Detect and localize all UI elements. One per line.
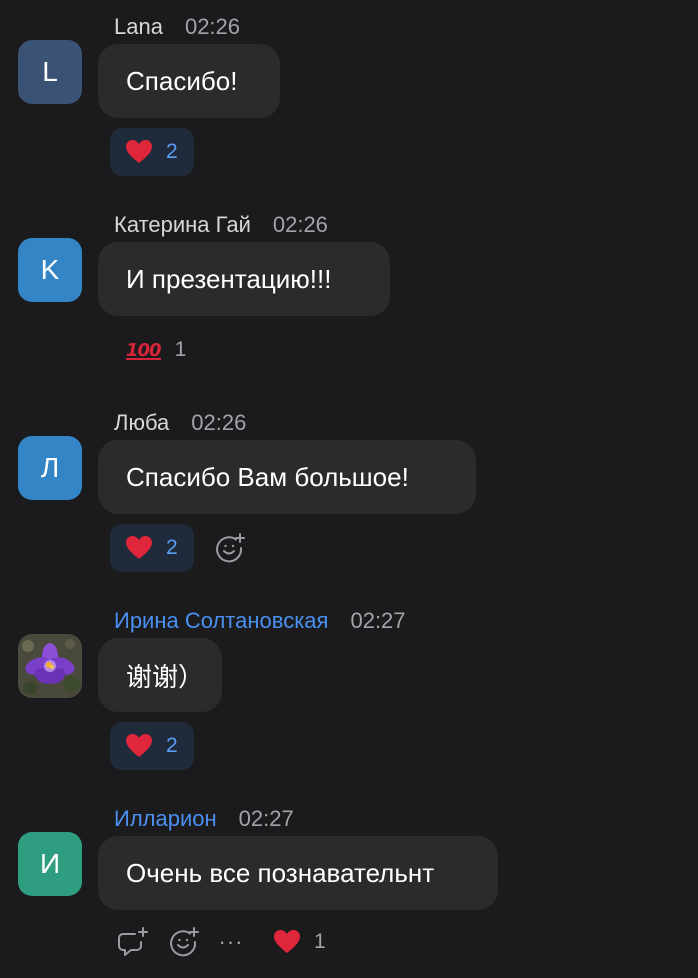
- reaction-heart[interactable]: 2: [110, 128, 194, 176]
- reaction-heart[interactable]: 2: [110, 524, 194, 572]
- message-time: 02:26: [184, 14, 241, 39]
- reaction-count: 1: [174, 338, 187, 361]
- reaction-count: 2: [166, 536, 178, 559]
- message-bubble[interactable]: 谢谢）: [98, 638, 222, 712]
- reaction-heart[interactable]: 2: [110, 722, 194, 770]
- message-text: Спасибо!: [126, 65, 238, 96]
- sender-name[interactable]: Люба: [114, 410, 169, 435]
- more-icon: ···: [218, 929, 244, 954]
- more-button[interactable]: ···: [216, 918, 246, 966]
- avatar[interactable]: K: [18, 238, 82, 302]
- message-header: Lana 02:26: [114, 14, 240, 40]
- message-bubble[interactable]: Очень все познавательнт: [98, 836, 498, 910]
- reaction-bar: 2: [110, 524, 248, 572]
- avatar[interactable]: [18, 634, 82, 698]
- reply-icon: [118, 927, 148, 956]
- reaction-heart[interactable]: 1: [268, 918, 332, 966]
- sender-name[interactable]: Ирина Солтановская: [114, 608, 328, 633]
- reaction-count: 1: [314, 930, 326, 953]
- message-header: Катерина Гай 02:26: [114, 212, 328, 238]
- message-actions-bar: ··· 1: [114, 918, 332, 966]
- reaction-bar: 2: [110, 722, 194, 770]
- message-bubble[interactable]: Спасибо!: [98, 44, 280, 118]
- sender-name[interactable]: Lana: [114, 14, 163, 39]
- message-time: 02:27: [238, 806, 294, 831]
- message-text: 谢谢）: [126, 661, 205, 692]
- add-reaction-icon: [215, 533, 245, 563]
- add-reaction-button[interactable]: [166, 918, 202, 966]
- crocus-flower-photo: [18, 634, 82, 698]
- heart-icon: [126, 140, 152, 163]
- heart-icon: [274, 930, 300, 953]
- reaction-bar: 100 1: [110, 326, 202, 374]
- sender-name[interactable]: Илларион: [114, 806, 217, 831]
- reaction-hundred[interactable]: 100 1: [110, 326, 202, 374]
- message-text: Спасибо Вам большое!: [126, 461, 409, 492]
- message-text: Очень все познавательнт: [126, 857, 435, 888]
- add-reaction-icon: [170, 927, 199, 957]
- heart-icon: [126, 536, 152, 559]
- avatar[interactable]: L: [18, 40, 82, 104]
- avatar[interactable]: И: [18, 832, 82, 896]
- hundred-points-icon: 100: [126, 339, 162, 361]
- reaction-bar: 2: [110, 128, 194, 176]
- message-bubble[interactable]: Спасибо Вам большое!: [98, 440, 476, 514]
- message-header: Ирина Солтановская 02:27: [114, 608, 406, 634]
- sender-name[interactable]: Катерина Гай: [114, 212, 251, 237]
- message-time: 02:26: [272, 212, 328, 237]
- reply-button[interactable]: [114, 918, 152, 966]
- reaction-count: 2: [166, 140, 178, 163]
- reaction-count: 2: [166, 734, 178, 757]
- avatar[interactable]: Л: [18, 436, 82, 500]
- message-time: 02:27: [350, 608, 406, 633]
- message-text: И презентацию!!!: [126, 263, 332, 294]
- message-header: Люба 02:26: [114, 410, 246, 436]
- message-bubble[interactable]: И презентацию!!!: [98, 242, 390, 316]
- add-reaction-button[interactable]: [212, 524, 248, 572]
- message-time: 02:26: [191, 410, 247, 435]
- message-header: Илларион 02:27: [114, 806, 294, 832]
- heart-icon: [126, 734, 152, 757]
